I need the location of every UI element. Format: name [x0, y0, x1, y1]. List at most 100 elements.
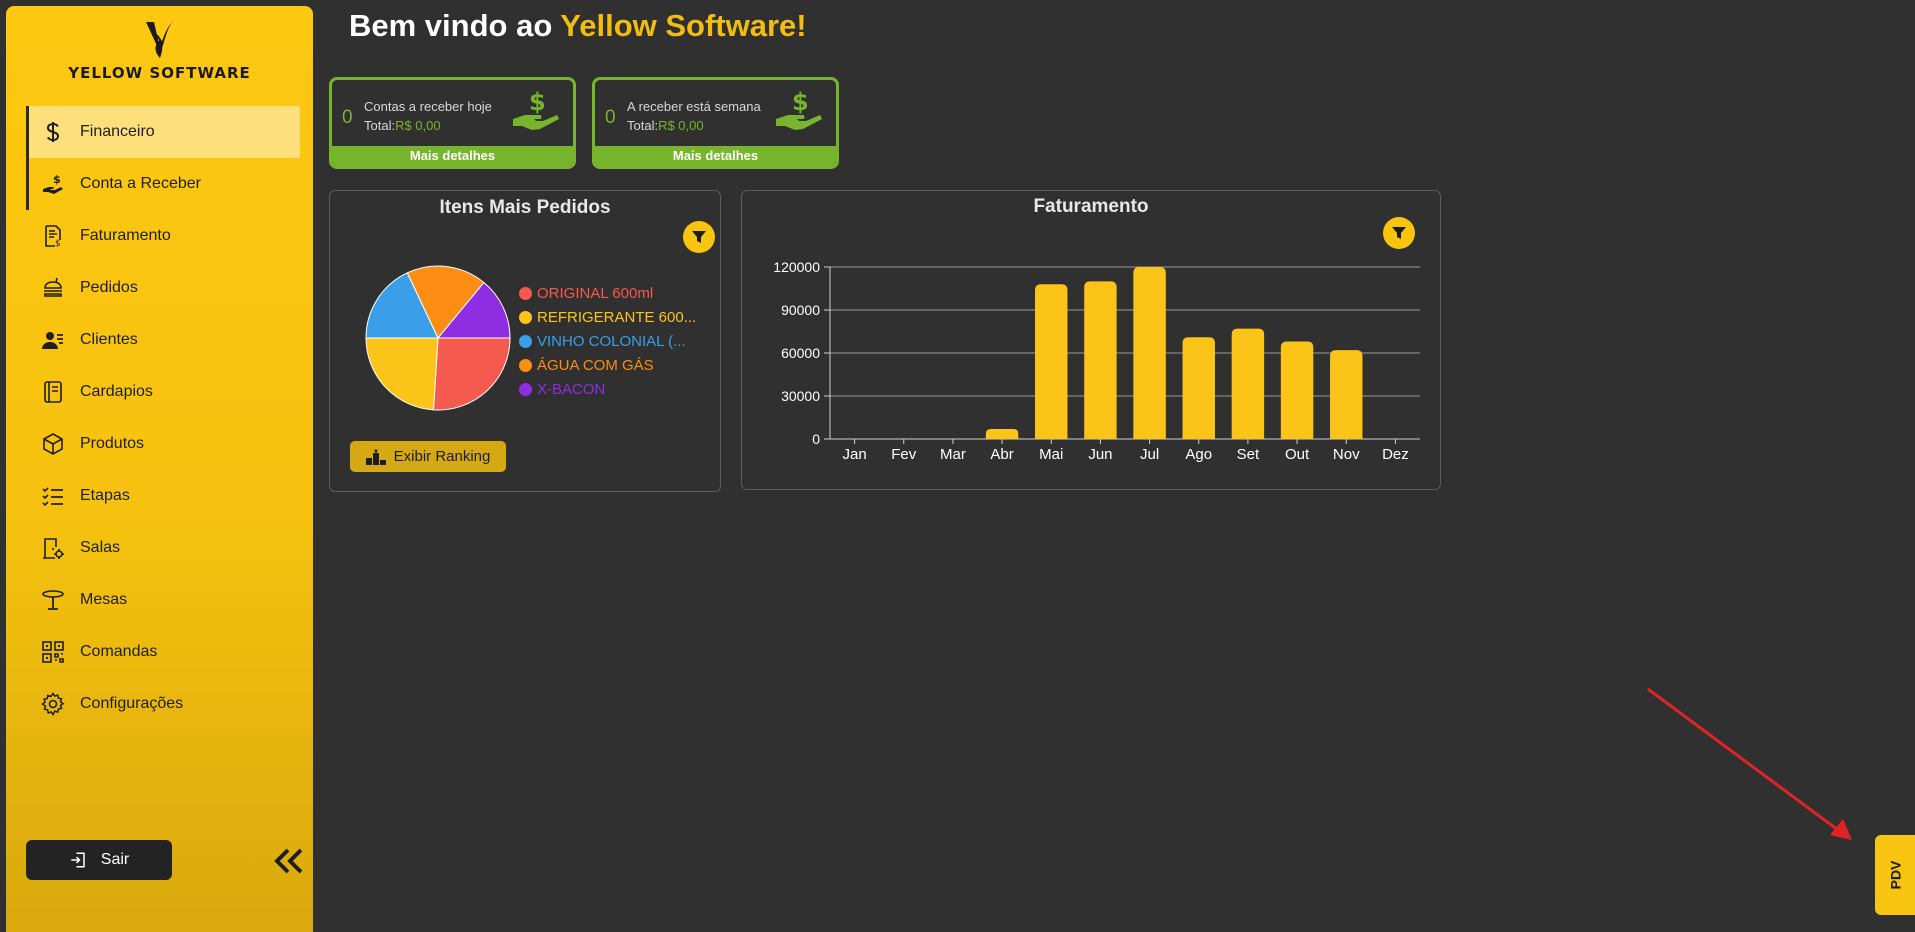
sidebar-item-label: Clientes — [80, 331, 138, 348]
x-tick-label: Jul — [1140, 446, 1159, 463]
hand-money-icon: $ — [40, 171, 66, 197]
legend-label: VINHO COLONIAL (... — [537, 332, 686, 350]
x-tick-label: Nov — [1333, 446, 1360, 463]
checklist-icon — [40, 483, 66, 509]
legend-swatch — [519, 310, 532, 324]
sidebar-item-label: Cardapios — [80, 383, 153, 400]
welcome-brand: Yellow Software! — [560, 8, 807, 43]
sidebar-menu: Financeiro $ Conta a Receber $ Faturamen… — [26, 106, 300, 730]
dollar-icon — [40, 119, 66, 145]
legend-label: ÁGUA COM GÁS — [537, 356, 654, 374]
x-tick-label: Ago — [1185, 446, 1212, 463]
sidebar-item-label: Faturamento — [80, 227, 171, 244]
legend-item[interactable]: X-BACON — [519, 377, 696, 401]
x-tick-label: Set — [1237, 446, 1260, 463]
legend-item[interactable]: REFRIGERANTE 600... — [519, 305, 696, 329]
x-tick-label: Mar — [940, 446, 966, 463]
x-tick-label: Dez — [1382, 446, 1409, 463]
sidebar-item-salas[interactable]: Salas — [26, 522, 300, 574]
card-details-link[interactable]: Mais detalhes — [332, 146, 573, 166]
y-tick-label: 120000 — [773, 259, 820, 275]
legend-swatch — [519, 358, 532, 372]
x-tick-label: Jan — [842, 446, 866, 463]
card-count: 0 — [605, 107, 616, 128]
card-total-label: Total: — [364, 118, 396, 133]
logout-button[interactable]: Sair — [26, 840, 172, 880]
brand-logo[interactable]: YELLOW SOFTWARE — [6, 18, 313, 82]
pie-slice — [365, 337, 439, 411]
sidebar-item-financeiro[interactable]: Financeiro — [26, 106, 300, 158]
card-label: A receber está semana — [627, 99, 761, 114]
sidebar-item-label: Conta a Receber — [80, 175, 201, 192]
table-icon — [40, 587, 66, 613]
box-icon — [40, 431, 66, 457]
bar — [1035, 284, 1068, 439]
sidebar-item-configuracoes[interactable]: Configurações — [26, 678, 300, 730]
billing-panel: Faturamento 0 30000 60000 90000 120000 Jan Fev… — [741, 190, 1441, 490]
svg-text:$: $ — [792, 88, 809, 116]
sidebar-item-mesas[interactable]: Mesas — [26, 574, 300, 626]
y-tick-label: 60000 — [781, 345, 820, 361]
bar — [1182, 337, 1215, 439]
x-tick-label: Fev — [891, 446, 917, 463]
bar-chart: 0 30000 60000 90000 120000 Jan Fev Mar Abr Mai Jun… — [773, 259, 1420, 463]
pdv-label: PDV — [1886, 860, 1903, 890]
legend-swatch — [519, 334, 532, 348]
bar — [985, 428, 1019, 439]
panel-title: Itens Mais Pedidos — [439, 197, 611, 218]
card-total: Total:R$ 0,00 — [364, 118, 441, 133]
filter-button[interactable] — [683, 221, 715, 253]
sidebar-item-faturamento[interactable]: $ Faturamento — [26, 210, 300, 262]
legend-item[interactable]: ORIGINAL 600ml — [519, 281, 696, 305]
x-tick-label: Abr — [990, 446, 1013, 463]
card-details-link[interactable]: Mais detalhes — [595, 146, 836, 166]
sidebar: YELLOW SOFTWARE Financeiro $ Conta a Rec… — [6, 6, 313, 932]
svg-text:$: $ — [529, 88, 546, 116]
logout-label: Sair — [100, 851, 130, 868]
sidebar-item-label: Pedidos — [80, 279, 138, 296]
sidebar-item-label: Produtos — [80, 435, 145, 452]
logo-icon — [145, 20, 174, 58]
users-icon — [40, 327, 66, 353]
card-total-value: R$ 0,00 — [658, 118, 704, 133]
sidebar-item-label: Comandas — [80, 643, 158, 660]
legend-swatch — [519, 286, 532, 300]
card-count: 0 — [342, 107, 353, 128]
collapse-sidebar-icon[interactable] — [272, 846, 306, 876]
page-title: Bem vindo ao Yellow Software! — [349, 8, 807, 44]
y-tick-label: 30000 — [781, 388, 820, 404]
card-total: Total:R$ 0,00 — [627, 118, 704, 133]
sidebar-item-clientes[interactable]: Clientes — [26, 314, 300, 366]
svg-text:$: $ — [55, 239, 61, 248]
gear-icon — [40, 691, 66, 717]
pie-slice — [432, 337, 511, 411]
show-ranking-button[interactable]: Exibir Ranking — [350, 441, 506, 472]
x-tick-label: Jun — [1088, 446, 1112, 463]
legend-item[interactable]: VINHO COLONIAL (... — [519, 329, 696, 353]
sidebar-item-cardapios[interactable]: Cardapios — [26, 366, 300, 418]
x-tick-label: Mai — [1039, 446, 1063, 463]
bar — [1133, 267, 1166, 439]
sidebar-item-comandas[interactable]: Comandas — [26, 626, 300, 678]
sidebar-item-produtos[interactable]: Produtos — [26, 418, 300, 470]
sidebar-item-label: Mesas — [80, 591, 128, 608]
card-total-label: Total: — [627, 118, 659, 133]
legend-swatch — [519, 382, 532, 396]
book-icon — [40, 379, 66, 405]
pie-legend: ORIGINAL 600ml REFRIGERANTE 600... VINHO C… — [519, 281, 696, 401]
bar — [1231, 328, 1265, 439]
sidebar-item-etapas[interactable]: Etapas — [26, 470, 300, 522]
sidebar-item-pedidos[interactable]: Pedidos — [26, 262, 300, 314]
welcome-prefix: Bem vindo ao — [349, 8, 553, 43]
sidebar-item-label: Etapas — [80, 487, 130, 504]
sidebar-item-conta-a-receber[interactable]: $ Conta a Receber — [26, 158, 300, 210]
legend-item[interactable]: ÁGUA COM GÁS — [519, 353, 696, 377]
sidebar-item-label: Financeiro — [80, 123, 155, 140]
show-ranking-label: Exibir Ranking — [393, 448, 491, 465]
x-tick-label: Out — [1285, 446, 1310, 463]
pdv-button[interactable]: PDV — [1875, 835, 1915, 915]
qrcode-icon — [40, 639, 66, 665]
sidebar-item-label: Configurações — [80, 695, 184, 712]
top-items-panel: Itens Mais Pedidos ORIGINAL 600ml REFRIGE… — [329, 190, 721, 492]
pie-chart — [365, 265, 511, 411]
